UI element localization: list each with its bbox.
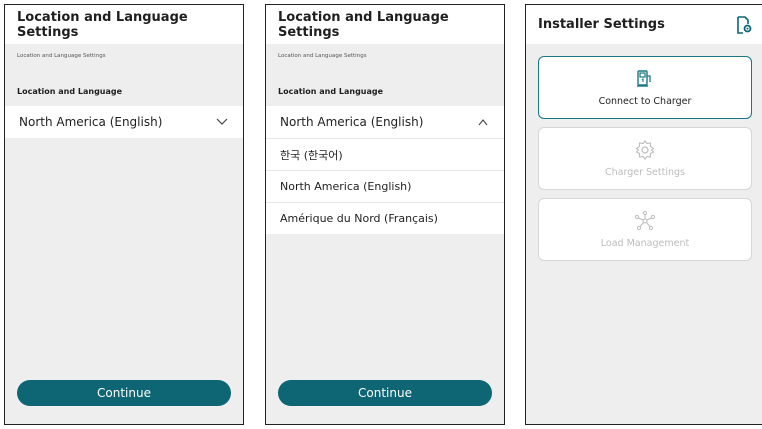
- connect-to-charger-button[interactable]: Connect to Charger: [538, 56, 752, 119]
- breadcrumb: Location and Language Settings: [17, 53, 106, 59]
- continue-button[interactable]: Continue: [17, 380, 231, 406]
- network-icon: [634, 210, 656, 232]
- device-settings-icon[interactable]: [736, 16, 752, 34]
- gear-icon: [634, 139, 656, 161]
- charger-settings-button[interactable]: Charger Settings: [538, 127, 752, 190]
- location-language-select[interactable]: North America (English): [5, 106, 243, 138]
- card-label: Connect to Charger: [598, 96, 692, 107]
- screen-location-language-expanded: Location and Language Settings Location …: [265, 4, 505, 425]
- selected-value: North America (English): [19, 115, 163, 129]
- section-label: Location and Language: [17, 87, 123, 96]
- card-label: Load Management: [600, 238, 690, 249]
- option-north-america-french[interactable]: Amérique du Nord (Français): [266, 202, 504, 234]
- continue-button[interactable]: Continue: [278, 380, 492, 406]
- selected-value: North America (English): [280, 115, 424, 129]
- charger-icon: [634, 68, 656, 90]
- dropdown-options: 한국 (한국어) North America (English) Amériqu…: [266, 138, 504, 234]
- chevron-down-icon: [215, 115, 229, 129]
- chevron-up-icon: [476, 115, 490, 129]
- breadcrumb: Location and Language Settings: [278, 53, 367, 59]
- page-title: Installer Settings: [526, 5, 762, 44]
- card-label: Charger Settings: [605, 167, 685, 178]
- option-korean[interactable]: 한국 (한국어): [266, 138, 504, 170]
- section-label: Location and Language: [278, 87, 384, 96]
- location-language-select[interactable]: North America (English): [266, 106, 504, 138]
- screen-location-language-collapsed: Location and Language Settings Location …: [4, 4, 244, 425]
- page-title: Location and Language Settings: [266, 5, 504, 44]
- load-management-button[interactable]: Load Management: [538, 198, 752, 261]
- page-title: Location and Language Settings: [5, 5, 243, 44]
- screen-installer-settings: Installer Settings Connect to Charger Ch…: [525, 4, 762, 425]
- option-north-america-english[interactable]: North America (English): [266, 170, 504, 202]
